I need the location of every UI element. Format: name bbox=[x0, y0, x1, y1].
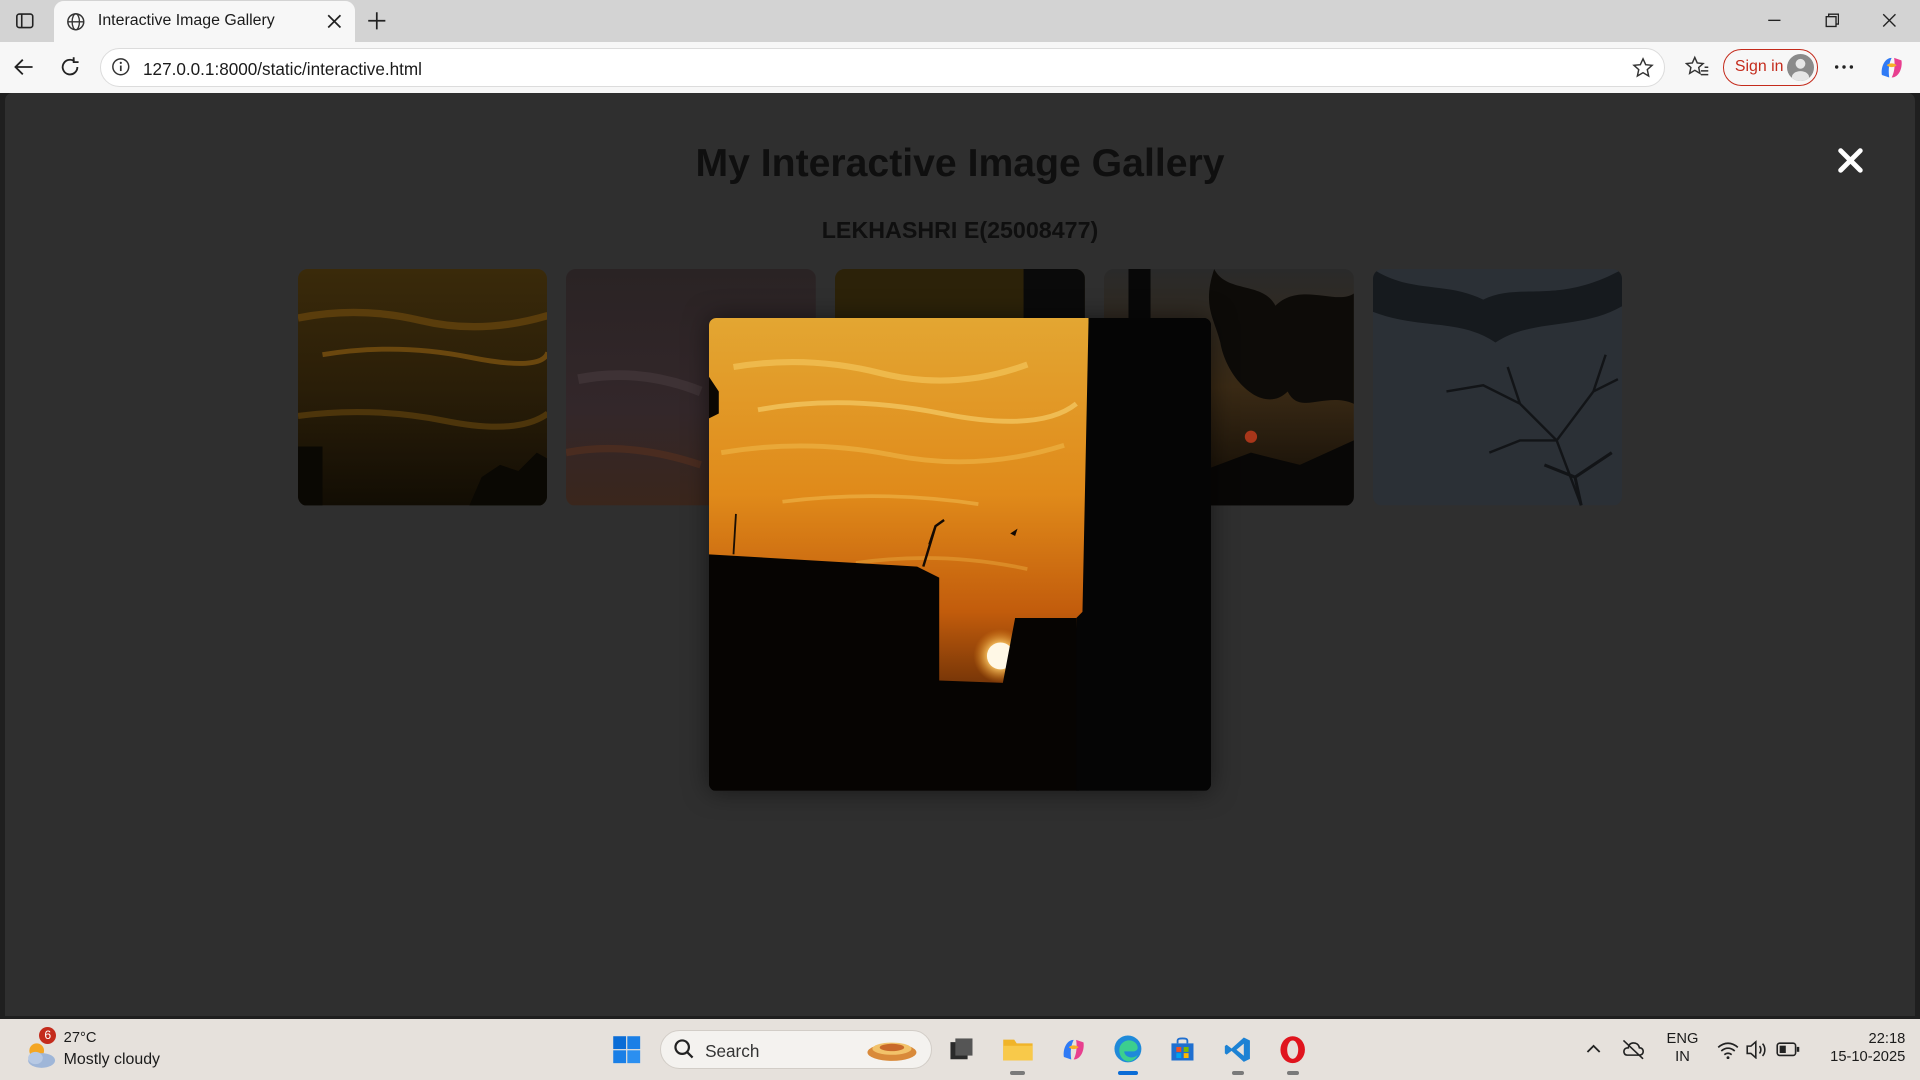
page-title: My Interactive Image Gallery bbox=[695, 142, 1225, 186]
tab-actions-icon bbox=[15, 13, 34, 29]
sign-in-label: Sign in bbox=[1734, 58, 1784, 76]
search-placeholder: Search bbox=[705, 1040, 760, 1061]
cloud-off-icon bbox=[1623, 1040, 1645, 1060]
lightbox-close-button[interactable] bbox=[1832, 142, 1869, 179]
time-text: 22:18 bbox=[1868, 1031, 1906, 1048]
vscode-button[interactable] bbox=[1220, 1031, 1257, 1068]
close-icon bbox=[1882, 14, 1896, 28]
file-explorer-button[interactable] bbox=[999, 1031, 1036, 1068]
cloud-sync-button[interactable] bbox=[1615, 1031, 1652, 1068]
new-tab-button[interactable] bbox=[362, 6, 391, 35]
tab-strip: Interactive Image Gallery bbox=[0, 0, 1920, 42]
copilot-icon bbox=[1881, 57, 1902, 78]
sign-in-button[interactable]: Sign in bbox=[1722, 48, 1819, 86]
more-icon bbox=[1835, 65, 1854, 70]
globe-icon bbox=[66, 12, 86, 32]
running-indicator bbox=[1231, 1071, 1245, 1076]
thumbnail-image bbox=[1372, 269, 1623, 506]
back-button[interactable] bbox=[7, 50, 41, 84]
back-arrow-icon bbox=[14, 59, 34, 76]
favorite-star-icon[interactable] bbox=[1630, 55, 1657, 82]
page-subtitle: LEKHASHRI E(25008477) bbox=[821, 216, 1099, 243]
taskbar: 6 27°C Mostly cloudy Search ENG IN 22:18… bbox=[0, 1018, 1920, 1080]
gallery-thumbnail-5[interactable] bbox=[1372, 269, 1623, 506]
gallery-thumbnail-1[interactable] bbox=[297, 269, 548, 506]
site-info-icon[interactable] bbox=[111, 57, 133, 79]
chevron-up-icon bbox=[1586, 1044, 1600, 1053]
opera-button[interactable] bbox=[1275, 1031, 1312, 1068]
close-icon bbox=[1837, 148, 1863, 173]
minimize-icon bbox=[1768, 20, 1781, 22]
start-button[interactable] bbox=[609, 1031, 646, 1068]
sunset-photo bbox=[708, 318, 1211, 791]
edge-browser-button[interactable] bbox=[1109, 1031, 1146, 1068]
input-language[interactable]: ENG IN bbox=[1660, 1031, 1704, 1065]
show-hidden-icons-button[interactable] bbox=[1575, 1031, 1612, 1068]
settings-and-more-button[interactable] bbox=[1827, 50, 1861, 84]
active-indicator bbox=[1117, 1071, 1138, 1076]
lightbox-image[interactable] bbox=[708, 318, 1211, 791]
running-indicator bbox=[1010, 1071, 1025, 1076]
running-indicator bbox=[1286, 1071, 1300, 1076]
battery-button[interactable] bbox=[1769, 1031, 1806, 1068]
search-highlight-icon bbox=[867, 1043, 917, 1062]
refresh-icon bbox=[61, 57, 79, 76]
store-icon bbox=[1171, 1037, 1194, 1061]
copilot-icon bbox=[1063, 1039, 1084, 1060]
language-label: ENG bbox=[1666, 1031, 1699, 1048]
region-label: IN bbox=[1675, 1049, 1690, 1066]
tab-title: Interactive Image Gallery bbox=[97, 12, 275, 30]
search-icon bbox=[674, 1039, 694, 1059]
microsoft-store-button[interactable] bbox=[1164, 1031, 1201, 1068]
temperature-text: 27°C bbox=[63, 1029, 97, 1046]
weather-widget[interactable]: 6 27°C Mostly cloudy bbox=[22, 1027, 193, 1073]
date-text: 15-10-2025 bbox=[1830, 1049, 1906, 1066]
browser-toolbar: 127.0.0.1:8000/static/interactive.html S… bbox=[0, 41, 1920, 94]
url-text: 127.0.0.1:8000/static/interactive.html bbox=[143, 58, 422, 79]
copilot-button[interactable] bbox=[1875, 50, 1909, 84]
opera-icon bbox=[1280, 1035, 1306, 1063]
taskbar-search[interactable]: Search bbox=[660, 1029, 932, 1069]
refresh-button[interactable] bbox=[53, 50, 87, 84]
task-view-icon bbox=[950, 1038, 973, 1060]
close-icon bbox=[327, 14, 342, 29]
page-viewport: My Interactive Image Gallery LEKHASHRI E… bbox=[4, 93, 1916, 1017]
tab-close-button[interactable] bbox=[321, 8, 348, 35]
plus-icon bbox=[368, 12, 386, 30]
close-window-button[interactable] bbox=[1861, 0, 1917, 42]
favorites-button[interactable] bbox=[1680, 50, 1714, 84]
task-view-button[interactable] bbox=[943, 1031, 980, 1068]
edge-icon bbox=[1114, 1035, 1142, 1063]
avatar bbox=[1786, 53, 1814, 81]
thumbnail-image bbox=[297, 269, 548, 506]
tab-actions-button[interactable] bbox=[10, 7, 39, 34]
weather-condition-text: Mostly cloudy bbox=[63, 1050, 161, 1068]
windows-logo-icon bbox=[613, 1035, 641, 1063]
clock[interactable]: 22:18 15-10-2025 bbox=[1810, 1031, 1906, 1066]
vscode-icon bbox=[1225, 1037, 1251, 1062]
restore-icon bbox=[1825, 14, 1839, 28]
volume-icon bbox=[1746, 1039, 1766, 1060]
address-bar[interactable]: 127.0.0.1:8000/static/interactive.html bbox=[100, 47, 1666, 87]
restore-button[interactable] bbox=[1804, 0, 1860, 42]
wifi-icon bbox=[1717, 1041, 1739, 1059]
minimize-button[interactable] bbox=[1746, 0, 1802, 42]
folder-icon bbox=[1002, 1039, 1033, 1061]
browser-tab[interactable]: Interactive Image Gallery bbox=[53, 1, 356, 42]
battery-icon bbox=[1775, 1042, 1799, 1057]
favorites-icon bbox=[1684, 55, 1709, 76]
copilot-taskbar-button[interactable] bbox=[1056, 1031, 1093, 1068]
